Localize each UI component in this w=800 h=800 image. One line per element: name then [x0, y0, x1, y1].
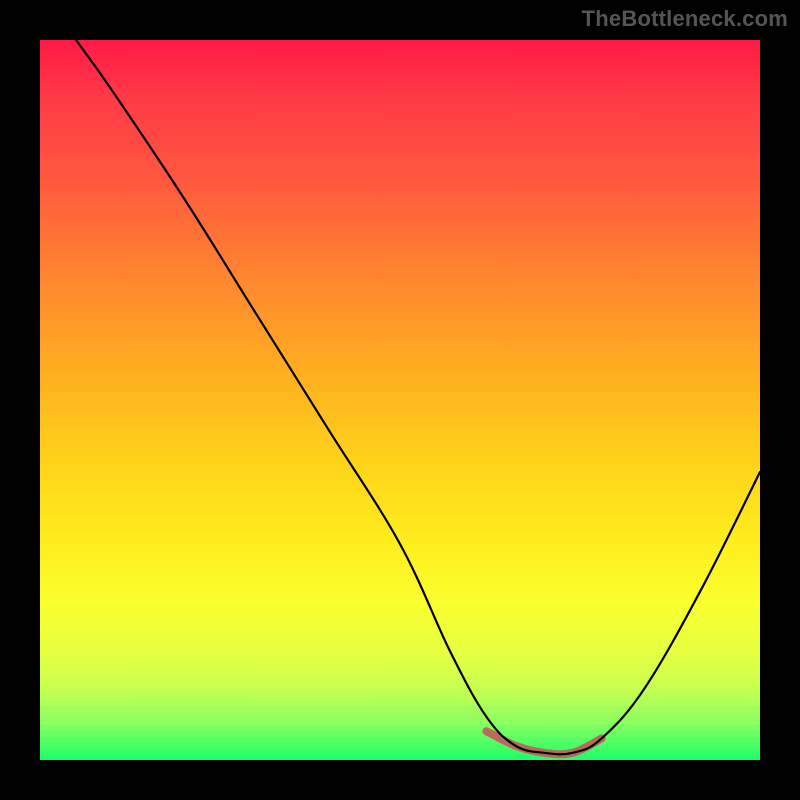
chart-frame: TheBottleneck.com	[0, 0, 800, 800]
bottleneck-curve-line	[76, 40, 760, 754]
watermark-text: TheBottleneck.com	[582, 6, 788, 32]
curve-svg	[40, 40, 760, 760]
plot-area	[40, 40, 760, 760]
